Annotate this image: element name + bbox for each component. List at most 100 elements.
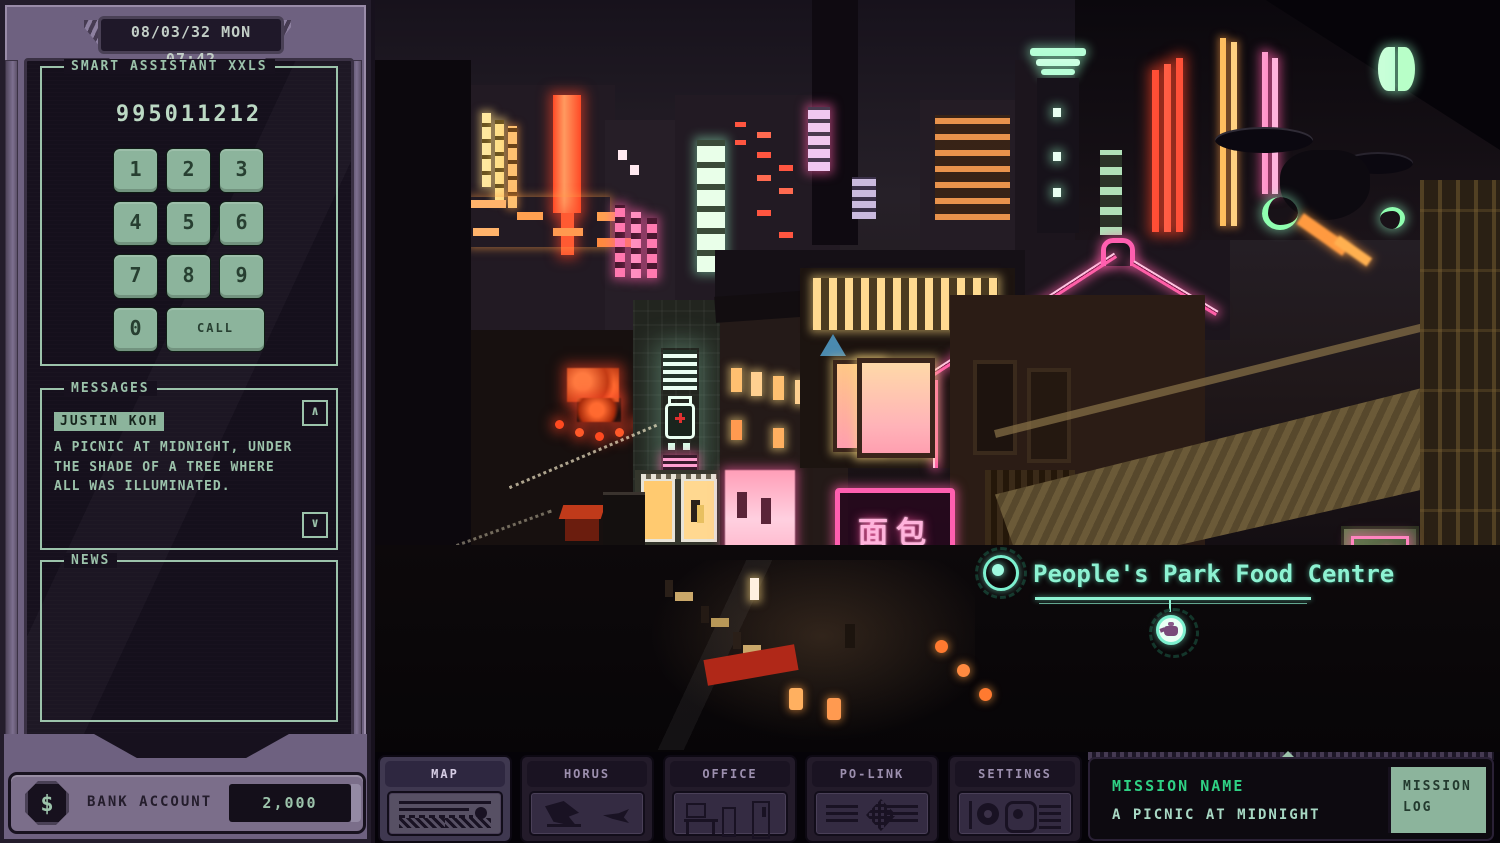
window-dot — [618, 150, 627, 160]
red-awning — [559, 505, 606, 519]
pink-neon-arch — [1101, 238, 1135, 266]
warm-window-large — [857, 358, 935, 458]
awning-stall — [565, 519, 599, 541]
news-panel: NEWS — [40, 560, 338, 722]
person-silhouette — [665, 580, 673, 597]
awning-trim — [641, 474, 717, 479]
location-underline — [1035, 597, 1311, 600]
messages-panel: MESSAGES JUSTIN KOH A PICNIC AT MIDNIGHT… — [40, 388, 338, 550]
location-underline-2 — [1039, 603, 1307, 604]
pharmacy-sign-bars — [663, 350, 697, 390]
bottom-nav-bar: MAP HORUS OFFICE — [375, 752, 1500, 843]
red-neon-sign — [567, 368, 619, 402]
bank-account-bar: $ BANK ACCOUNT 2,000 — [8, 772, 366, 834]
nav-button-horus[interactable]: HORUS — [520, 755, 654, 843]
nav-button-settings[interactable]: SETTINGS — [948, 755, 1082, 843]
window-dash — [517, 212, 543, 220]
dollar-icon: $ — [25, 781, 69, 825]
person-silhouette — [737, 492, 747, 518]
bank-account-label: BANK ACCOUNT — [87, 794, 212, 810]
keypad-key-1[interactable]: 1 — [113, 148, 158, 193]
neon-window-strip — [482, 113, 491, 187]
keypad-key-4[interactable]: 4 — [113, 201, 158, 246]
bank-balance-tab — [351, 784, 361, 822]
patio-light-pool — [635, 560, 975, 750]
window-dash — [473, 228, 499, 236]
mission-panel: MISSION NAME A PICNIC AT MIDNIGHT MISSIO… — [1088, 757, 1494, 841]
drone-rotor — [1215, 127, 1313, 153]
red-cross-icon — [675, 413, 685, 423]
nav-button-po-link[interactable]: PO-LINK — [805, 755, 939, 843]
dark-window — [973, 360, 1017, 455]
news-title: NEWS — [64, 553, 117, 568]
green-crescent-neon — [1262, 197, 1298, 230]
location-label[interactable]: People's Park Food Centre — [1033, 560, 1394, 588]
keypad-key-5[interactable]: 5 — [166, 201, 211, 246]
window-grid — [852, 177, 876, 219]
person-lit — [697, 505, 704, 523]
target-reticle-core[interactable] — [992, 564, 1004, 576]
mission-log-button[interactable]: MISSION LOG — [1388, 767, 1486, 833]
keypad-key-8[interactable]: 8 — [166, 254, 211, 299]
nav-label-map: MAP — [385, 761, 505, 787]
teapot-icon — [1164, 626, 1178, 636]
nav-label-horus: HORUS — [527, 761, 647, 787]
phone-notch — [94, 734, 289, 758]
neon-window-strip — [495, 120, 504, 200]
neon-window-grid — [808, 107, 830, 171]
shop-window — [641, 478, 675, 542]
keypad-key-6[interactable]: 6 — [219, 201, 264, 246]
message-sender[interactable]: JUSTIN KOH — [54, 412, 164, 431]
neon-window-strip — [615, 205, 625, 277]
smart-assistant-title: SMART ASSISTANT XXLS — [64, 59, 275, 74]
green-crescent-neon — [1380, 207, 1405, 229]
keypad-key-9[interactable]: 9 — [219, 254, 264, 299]
neon-window-strip — [508, 126, 517, 208]
call-button[interactable]: CALL — [166, 307, 265, 352]
neon-window-strip — [631, 212, 641, 278]
mission-name: A PICNIC AT MIDNIGHT — [1112, 807, 1321, 823]
scroll-down-button[interactable]: ∨ — [302, 512, 328, 538]
keypad-key-7[interactable]: 7 — [113, 254, 158, 299]
map-icon — [387, 791, 503, 836]
keypad-key-0[interactable]: 0 — [113, 307, 158, 352]
dialed-number-display: 995011212 — [42, 102, 336, 127]
window-dot — [630, 165, 639, 175]
nav-button-map[interactable]: MAP — [378, 755, 512, 843]
teapot-lid — [1168, 622, 1174, 626]
warm-window — [731, 368, 742, 392]
smart-assistant-panel: SMART ASSISTANT XXLS 995011212 1 2 3 4 5… — [40, 66, 338, 366]
keypad-key-2[interactable]: 2 — [166, 148, 211, 193]
clock-display: 08/03/32 MON 07:42 — [98, 16, 284, 54]
person-silhouette — [845, 624, 855, 648]
nav-button-office[interactable]: OFFICE — [663, 755, 797, 843]
settings-icon — [957, 791, 1073, 836]
window-grid-green — [1100, 150, 1122, 235]
window-dash — [597, 238, 631, 247]
nav-label-settings: SETTINGS — [955, 761, 1075, 787]
nav-label-po-link: PO-LINK — [812, 761, 932, 787]
person-warm — [789, 688, 803, 710]
neon-mega-strip — [553, 95, 581, 213]
horus-icon — [529, 791, 645, 836]
window-dash — [735, 122, 746, 127]
window-dash — [553, 228, 583, 236]
smart-assistant-phone: 08/03/32 MON 07:42 SMART ASSISTANT XXLS … — [0, 0, 375, 843]
office-icon — [672, 791, 788, 836]
window-grid-orange — [935, 115, 1010, 220]
person-lit-white — [750, 578, 759, 600]
po-link-icon — [814, 791, 930, 836]
messages-title: MESSAGES — [64, 381, 157, 396]
bank-balance: 2,000 — [229, 784, 351, 822]
scroll-up-button[interactable]: ∧ — [302, 400, 328, 426]
keypad-key-3[interactable]: 3 — [219, 148, 264, 193]
table — [675, 592, 693, 601]
orange-lantern — [935, 640, 948, 653]
window-dash — [470, 200, 506, 208]
nav-label-office: OFFICE — [670, 761, 790, 787]
neon-window-strip — [647, 218, 657, 278]
phone-side-rail — [5, 60, 18, 760]
pagoda-neon-ring — [1030, 48, 1086, 56]
game-screen: 面包旅馆 东北食物 — [0, 0, 1500, 843]
red-lantern — [555, 420, 564, 429]
